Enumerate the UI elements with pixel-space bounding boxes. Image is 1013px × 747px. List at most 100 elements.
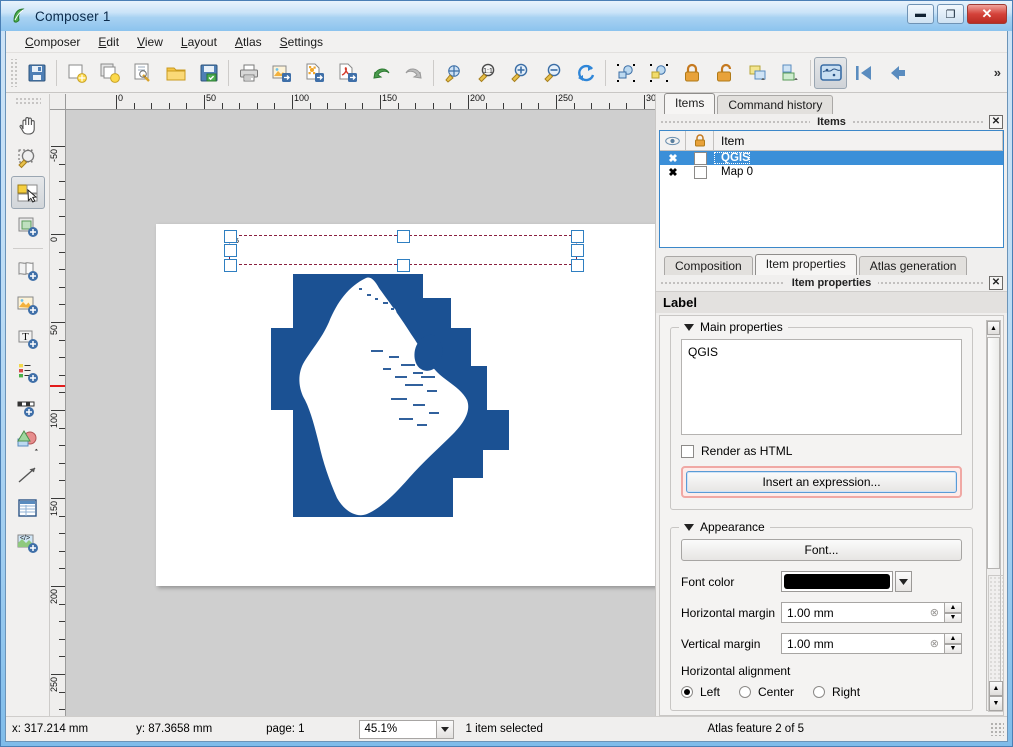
tab-item-properties[interactable]: Item properties (755, 254, 857, 275)
save-template-icon[interactable] (192, 57, 225, 89)
item-properties-close-icon[interactable]: ✕ (989, 276, 1003, 290)
add-scalebar-icon[interactable] (11, 390, 45, 423)
insert-expression-button[interactable]: Insert an expression... (686, 471, 957, 493)
resize-handle-e[interactable] (571, 244, 584, 257)
new-composer-icon[interactable] (60, 57, 93, 89)
add-label-icon[interactable]: T (11, 322, 45, 355)
export-svg-icon[interactable] (298, 57, 331, 89)
unlock-items-icon[interactable] (708, 57, 741, 89)
tab-items[interactable]: Items (664, 93, 715, 114)
scroll-up-icon[interactable]: ▲ (987, 321, 1000, 335)
vertical-margin-input[interactable]: 1.00 mm ⊗ (781, 633, 945, 654)
font-button[interactable]: Font... (681, 539, 962, 561)
add-shape-icon[interactable] (11, 424, 45, 457)
align-items-icon[interactable] (774, 57, 807, 89)
zoom-full-icon[interactable] (437, 57, 470, 89)
add-image-icon[interactable] (11, 288, 45, 321)
zoom-in-icon[interactable] (503, 57, 536, 89)
stepper-down-icon[interactable]: ▼ (945, 644, 962, 655)
atlas-previous-feature-icon[interactable] (880, 57, 913, 89)
vtoolbar-grip[interactable] (15, 97, 41, 105)
canvas-viewport[interactable]: 5 (66, 110, 655, 716)
minimize-button[interactable]: ▬ (907, 4, 934, 24)
toolbar-overflow-button[interactable]: » (994, 65, 1001, 80)
zoom-level-combobox[interactable]: 45.1% (359, 720, 454, 739)
table-row[interactable]: ✖ QGIS (660, 151, 1003, 165)
save-project-icon[interactable] (20, 57, 53, 89)
horizontal-margin-stepper[interactable]: 1.00 mm ⊗ ▲ ▼ (781, 602, 962, 623)
resize-handle-sw[interactable] (224, 259, 237, 272)
chevron-down-icon[interactable] (436, 721, 453, 738)
composition-page[interactable]: 5 (156, 224, 655, 586)
atlas-first-feature-icon[interactable] (847, 57, 880, 89)
resize-handle-nw[interactable] (224, 230, 237, 243)
resize-handle-ne[interactable] (571, 230, 584, 243)
vertical-margin-stepper[interactable]: 1.00 mm ⊗ ▲ ▼ (781, 633, 962, 654)
menu-edit[interactable]: Edit (89, 33, 128, 51)
add-table-icon[interactable] (11, 492, 45, 525)
font-color-dropdown-icon[interactable] (895, 571, 912, 592)
add-html-icon[interactable]: </> (11, 526, 45, 559)
load-template-icon[interactable] (159, 57, 192, 89)
duplicate-composer-icon[interactable] (93, 57, 126, 89)
resize-handle-n[interactable] (397, 230, 410, 243)
tab-composition[interactable]: Composition (664, 256, 753, 276)
row-item-name[interactable]: QGIS (714, 152, 750, 164)
stepper-up-icon[interactable]: ▲ (945, 633, 962, 644)
render-as-html-row[interactable]: Render as HTML (681, 444, 962, 458)
items-panel-close-icon[interactable]: ✕ (989, 115, 1003, 129)
row-lock-checkbox[interactable] (686, 166, 714, 179)
row-item-name[interactable]: Map 0 (714, 166, 753, 178)
group-items-icon[interactable] (609, 57, 642, 89)
dock-scroll-down-icon[interactable]: ▼ (989, 696, 1003, 711)
appearance-legend[interactable]: Appearance (679, 520, 770, 534)
print-icon[interactable] (232, 57, 265, 89)
menu-composer[interactable]: Composer (16, 33, 89, 51)
zoom-out-icon[interactable] (536, 57, 569, 89)
resize-handle-se[interactable] (571, 259, 584, 272)
label-text-input[interactable]: QGIS (681, 339, 962, 435)
scrollbar-thumb[interactable] (987, 337, 1000, 569)
resize-grip[interactable] (990, 722, 1004, 736)
dock-scroll-up-icon[interactable]: ▲ (989, 681, 1003, 696)
align-right-radio[interactable] (813, 686, 825, 698)
collapse-triangle-icon[interactable] (684, 524, 694, 531)
zoom-100-icon[interactable]: 1:1 (470, 57, 503, 89)
ungroup-items-icon[interactable] (642, 57, 675, 89)
row-lock-checkbox[interactable] (686, 152, 714, 165)
resize-handle-s[interactable] (397, 259, 410, 272)
undo-icon[interactable] (364, 57, 397, 89)
clear-icon[interactable]: ⊗ (930, 606, 939, 619)
vertical-margin-arrows[interactable]: ▲ ▼ (945, 633, 962, 654)
lock-items-icon[interactable] (675, 57, 708, 89)
stepper-up-icon[interactable]: ▲ (945, 602, 962, 613)
add-map-icon[interactable] (11, 254, 45, 287)
export-image-icon[interactable] (265, 57, 298, 89)
align-center-radio[interactable] (739, 686, 751, 698)
row-visibility-toggle[interactable]: ✖ (660, 166, 686, 179)
zoom-tool-icon[interactable] (11, 142, 45, 175)
clear-icon[interactable]: ⊗ (930, 637, 939, 650)
close-button[interactable]: ✕ (967, 4, 1007, 24)
items-table[interactable]: Item ✖ QGIS ✖ Map 0 (659, 130, 1004, 248)
collapse-triangle-icon[interactable] (684, 324, 694, 331)
redo-icon[interactable] (397, 57, 430, 89)
table-row[interactable]: ✖ Map 0 (660, 165, 1003, 179)
toolbar-grip[interactable] (9, 59, 18, 87)
composer-manager-icon[interactable] (126, 57, 159, 89)
font-color-swatch[interactable] (781, 571, 893, 592)
tab-command-history[interactable]: Command history (717, 95, 833, 115)
pan-tool-icon[interactable] (11, 108, 45, 141)
align-left-radio[interactable] (681, 686, 693, 698)
resize-handle-w[interactable] (224, 244, 237, 257)
add-legend-icon[interactable] (11, 356, 45, 389)
map-item[interactable] (271, 272, 511, 517)
menu-atlas[interactable]: Atlas (226, 33, 271, 51)
menu-layout[interactable]: Layout (172, 33, 226, 51)
maximize-button[interactable]: ❐ (937, 4, 964, 24)
add-arrow-icon[interactable] (11, 458, 45, 491)
atlas-preview-icon[interactable] (814, 57, 847, 89)
menu-settings[interactable]: Settings (271, 33, 332, 51)
render-as-html-checkbox[interactable] (681, 445, 694, 458)
dock-outer-scrollbar[interactable]: ▲ ▼ (988, 575, 1004, 712)
